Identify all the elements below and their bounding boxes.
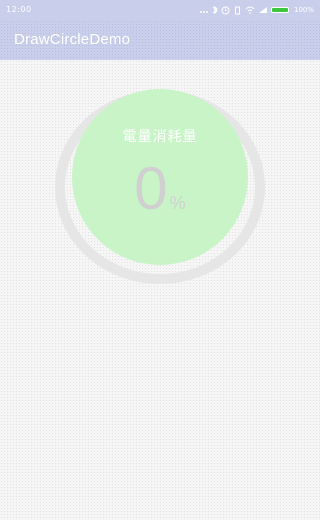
bluetooth-icon [212, 5, 218, 15]
gauge-value: 0% [52, 159, 268, 219]
app-title: DrawCircleDemo [14, 31, 131, 48]
wifi-icon [245, 6, 255, 14]
signal-icon [199, 6, 209, 14]
battery-gauge: 電量消耗量 0% [52, 87, 268, 287]
battery-icon [270, 7, 289, 13]
gauge-unit: % [169, 193, 186, 213]
app-bar: DrawCircleDemo [0, 20, 320, 60]
status-time: 12:00 [6, 5, 32, 14]
gauge-number: 0 [134, 155, 168, 222]
alarm-icon [221, 6, 230, 15]
status-icons: 100% [199, 4, 314, 16]
cell-signal-icon [258, 6, 268, 14]
gauge-label: 電量消耗量 [122, 129, 198, 145]
status-bar: 12:00 100% [0, 0, 320, 20]
vibrate-icon [233, 6, 242, 15]
battery-percent: 100% [293, 6, 314, 14]
